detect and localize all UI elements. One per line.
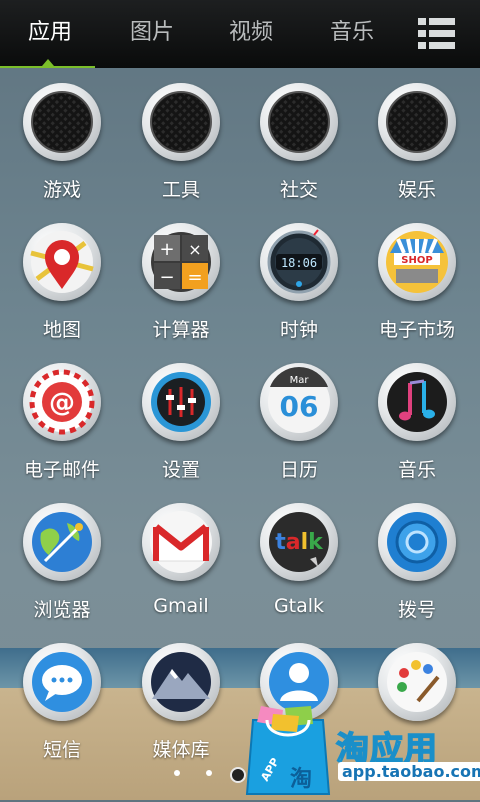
app-label: 计算器 xyxy=(152,319,210,341)
gallery-mountain-icon xyxy=(142,643,220,721)
gmail-envelope-icon xyxy=(142,503,220,581)
svg-text:淘: 淘 xyxy=(290,766,312,792)
app-label: 地图 xyxy=(42,319,81,341)
calculator-icon: + × − = xyxy=(142,223,220,301)
svg-text:Mar: Mar xyxy=(290,375,310,386)
app-label: 设置 xyxy=(161,459,200,481)
map-pin-icon xyxy=(23,223,101,301)
svg-text:06: 06 xyxy=(280,390,319,423)
app-clock[interactable]: 18:06 时钟 xyxy=(240,223,358,363)
app-label: 音乐 xyxy=(397,459,436,481)
app-label: 娱乐 xyxy=(397,179,436,201)
paint-palette-icon xyxy=(378,643,456,721)
entertainment-folder-icon xyxy=(378,83,456,161)
taobao-url-text: app.taobao.com xyxy=(338,762,480,781)
app-entertainment[interactable]: 娱乐 xyxy=(358,83,476,223)
clock-icon: 18:06 xyxy=(260,223,338,301)
svg-text:+: + xyxy=(159,239,174,260)
app-map[interactable]: 地图 xyxy=(3,223,121,363)
settings-sliders-icon xyxy=(142,363,220,441)
app-label: Gmail xyxy=(153,595,209,617)
app-label: 时钟 xyxy=(279,319,318,341)
app-label: 浏览器 xyxy=(33,599,91,621)
tab-apps[interactable]: 应用 xyxy=(0,14,100,46)
top-tab-bar: 应用 图片 视频 音乐 xyxy=(0,0,480,68)
tab-pictures[interactable]: 图片 xyxy=(102,14,202,46)
app-label: 工具 xyxy=(161,179,200,201)
page-indicator-dot[interactable] xyxy=(174,770,180,776)
app-browser[interactable]: 浏览器 xyxy=(3,503,121,643)
app-label: 游戏 xyxy=(42,179,81,201)
app-label: 电子邮件 xyxy=(23,459,100,481)
app-tools[interactable]: 工具 xyxy=(122,83,240,223)
svg-text:talk: talk xyxy=(275,530,324,555)
music-note-icon xyxy=(378,363,456,441)
game-folder-icon xyxy=(23,83,101,161)
app-gmail[interactable]: Gmail xyxy=(122,503,240,643)
dialer-icon xyxy=(378,503,456,581)
app-label: 社交 xyxy=(279,179,318,201)
list-menu-icon[interactable] xyxy=(418,16,458,52)
app-label: 媒体库 xyxy=(152,739,210,761)
svg-text:−: − xyxy=(159,267,174,288)
app-dialer[interactable]: 拨号 xyxy=(358,503,476,643)
svg-text:@: @ xyxy=(49,388,75,418)
app-games[interactable]: 游戏 xyxy=(3,83,121,223)
browser-globe-icon xyxy=(23,503,101,581)
app-market[interactable]: SHOP 电子市场 xyxy=(358,223,476,363)
sms-bubble-icon xyxy=(23,643,101,721)
app-settings[interactable]: 设置 xyxy=(122,363,240,503)
app-label: 电子市场 xyxy=(378,319,455,341)
active-tab-underline xyxy=(0,66,95,68)
svg-text:×: × xyxy=(188,240,201,259)
tab-videos[interactable]: 视频 xyxy=(201,14,301,46)
svg-text:=: = xyxy=(187,267,202,288)
tools-folder-icon xyxy=(142,83,220,161)
social-folder-icon xyxy=(260,83,338,161)
page-indicator-dot[interactable] xyxy=(206,770,212,776)
app-music[interactable]: 音乐 xyxy=(358,363,476,503)
app-label: 拨号 xyxy=(397,599,436,621)
app-gallery[interactable]: 媒体库 xyxy=(122,643,240,783)
calendar-icon: Mar 06 xyxy=(260,363,338,441)
app-calculator[interactable]: + × − = 计算器 xyxy=(122,223,240,363)
app-sms[interactable]: 短信 xyxy=(3,643,121,783)
tab-music[interactable]: 音乐 xyxy=(302,14,402,46)
app-email[interactable]: @ 电子邮件 xyxy=(3,363,121,503)
taobao-bag-logo[interactable]: APP 淘 xyxy=(243,704,333,798)
app-label: 短信 xyxy=(42,739,81,761)
svg-text:SHOP: SHOP xyxy=(401,255,432,266)
gtalk-bubble-icon: talk xyxy=(260,503,338,581)
app-label: Gtalk xyxy=(273,595,325,617)
email-at-icon: @ xyxy=(23,363,101,441)
app-gtalk[interactable]: talk Gtalk xyxy=(240,503,358,643)
app-calendar[interactable]: Mar 06 日历 xyxy=(240,363,358,503)
svg-text:18:06: 18:06 xyxy=(281,256,317,270)
app-label: 日历 xyxy=(279,459,318,481)
app-social[interactable]: 社交 xyxy=(240,83,358,223)
shop-icon: SHOP xyxy=(378,223,456,301)
active-tab-indicator xyxy=(42,59,54,66)
